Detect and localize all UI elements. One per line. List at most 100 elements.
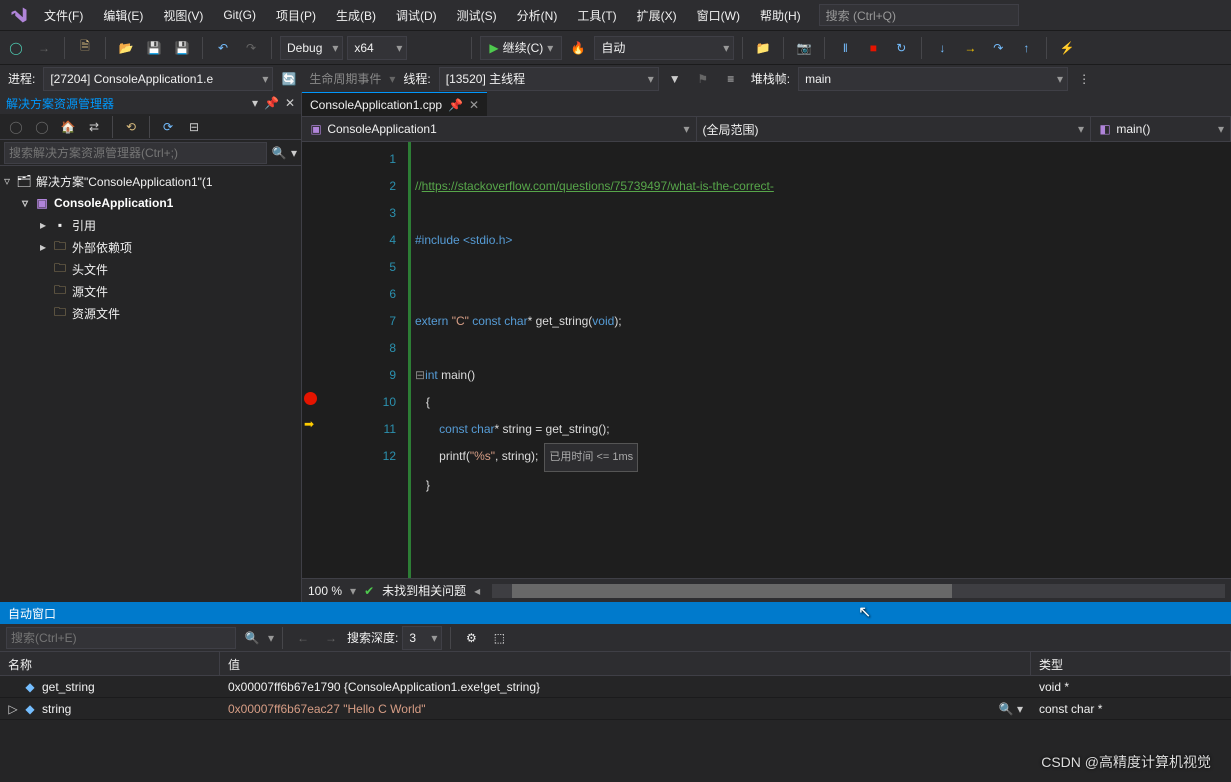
restart-icon[interactable]: ↻	[889, 36, 913, 60]
menu-help[interactable]: 帮助(H)	[750, 3, 811, 28]
glyph-margin[interactable]: ➡	[302, 142, 320, 578]
autos-row[interactable]: ▷◆string 0x00007ff6b67eac27 "Hello C Wor…	[0, 698, 1231, 720]
new-project-icon[interactable]: 🗎	[73, 36, 97, 60]
code-content[interactable]: //https://stackoverflow.com/questions/75…	[408, 142, 1231, 578]
solution-icon: 🗂	[16, 173, 32, 189]
col-name[interactable]: 名称	[0, 652, 220, 675]
close-icon[interactable]: ✕	[285, 96, 295, 110]
tab-file[interactable]: ConsoleApplication1.cpp 📌 ✕	[302, 92, 487, 116]
next-statement-icon[interactable]: →	[958, 36, 982, 60]
menubar: 文件(F) 编辑(E) 视图(V) Git(G) 项目(P) 生成(B) 调试(…	[0, 0, 1231, 30]
autos-title[interactable]: 自动窗口	[0, 602, 1231, 624]
startup-combo[interactable]: 自动	[594, 36, 734, 60]
menu-extensions[interactable]: 扩展(X)	[627, 3, 687, 28]
hex-icon[interactable]: ⬚	[487, 626, 511, 650]
search-icon[interactable]: 🔍	[240, 626, 264, 650]
platform-combo[interactable]: x64	[347, 36, 407, 60]
tree-sources[interactable]: 🗀 源文件	[2, 280, 299, 302]
fwd-icon[interactable]: ◯	[30, 115, 54, 139]
tree-external-deps[interactable]: ▸🗀 外部依赖项	[2, 236, 299, 258]
threads-icon[interactable]: ≡	[719, 67, 743, 91]
hot-reload-icon[interactable]: 🔥	[566, 36, 590, 60]
menu-git[interactable]: Git(G)	[213, 4, 266, 26]
global-search[interactable]: 搜索 (Ctrl+Q)	[819, 4, 1019, 26]
panel-header: 解决方案资源管理器 ▾ 📌 ✕	[0, 92, 301, 114]
tree-project[interactable]: ▿▣ ConsoleApplication1	[2, 192, 299, 214]
continue-button[interactable]: ▶ 继续(C) ▾	[480, 36, 562, 60]
nav-forward-icon[interactable]: →	[32, 36, 56, 60]
filter-icon[interactable]: ▼	[663, 67, 687, 91]
stop-icon[interactable]: ■	[861, 36, 885, 60]
menu-analyze[interactable]: 分析(N)	[507, 3, 568, 28]
process-label: 进程:	[4, 70, 39, 87]
viewer-icon[interactable]: 🔍 ▾	[999, 702, 1023, 716]
code-editor[interactable]: ➡ 123 456 789 101112 //https://stackover…	[302, 142, 1231, 578]
breakpoint-icon[interactable]	[304, 392, 317, 405]
nav-bar: ▣ ConsoleApplication1 (全局范围) ◧ main()	[302, 116, 1231, 142]
dropdown-icon[interactable]: ▾	[252, 96, 258, 110]
process-combo[interactable]: [27204] ConsoleApplication1.e	[43, 67, 273, 91]
pin-icon[interactable]: 📌	[448, 98, 463, 112]
filter-icon[interactable]: ⚙	[459, 626, 483, 650]
diag-icon[interactable]: ⚡	[1055, 36, 1079, 60]
save-icon[interactable]: 💾	[142, 36, 166, 60]
stackframe-combo[interactable]: main	[798, 67, 1068, 91]
snapshot-icon[interactable]: 📷	[792, 36, 816, 60]
collapse-icon[interactable]: ⊟	[182, 115, 206, 139]
col-type[interactable]: 类型	[1031, 652, 1231, 675]
nav-back-icon[interactable]: ◯	[4, 36, 28, 60]
tab-label: ConsoleApplication1.cpp	[310, 98, 442, 112]
menu-view[interactable]: 视图(V)	[153, 3, 213, 28]
switch-view-icon[interactable]: ⟲	[119, 115, 143, 139]
menu-test[interactable]: 测试(S)	[447, 3, 507, 28]
depth-combo[interactable]: 3	[402, 626, 442, 650]
tree-resources[interactable]: 🗀 资源文件	[2, 302, 299, 324]
perf-tip[interactable]: 已用时间 <= 1ms	[544, 443, 638, 472]
menu-file[interactable]: 文件(F)	[34, 3, 93, 28]
autos-row[interactable]: ◆get_string 0x00007ff6b67e1790 {ConsoleA…	[0, 676, 1231, 698]
menu-project[interactable]: 项目(P)	[266, 3, 326, 28]
folder-icon[interactable]: 📁	[751, 36, 775, 60]
autos-search-input[interactable]	[6, 627, 236, 649]
undo-icon[interactable]: ↶	[211, 36, 235, 60]
menu-window[interactable]: 窗口(W)	[687, 3, 750, 28]
sync-icon[interactable]: ⇄	[82, 115, 106, 139]
pause-icon[interactable]: ‖	[833, 36, 857, 60]
nav-fwd-icon[interactable]: →	[319, 626, 343, 650]
sidebar-search-input[interactable]	[4, 142, 267, 164]
open-icon[interactable]: 📂	[114, 36, 138, 60]
step-into-icon[interactable]: ↓	[930, 36, 954, 60]
thread-combo[interactable]: [13520] 主线程	[439, 67, 659, 91]
save-all-icon[interactable]: 💾	[170, 36, 194, 60]
menu-tools[interactable]: 工具(T)	[567, 3, 626, 28]
menu-debug[interactable]: 调试(D)	[386, 3, 447, 28]
tree-solution[interactable]: ▿🗂 解决方案"ConsoleApplication1"(1	[2, 170, 299, 192]
more-icon[interactable]: ⋮	[1072, 67, 1096, 91]
back-icon[interactable]: ◯	[4, 115, 28, 139]
sidebar-toolbar: ◯ ◯ 🏠 ⇄ ⟲ ⟳ ⊟	[0, 114, 301, 140]
menu-edit[interactable]: 编辑(E)	[93, 3, 153, 28]
config-combo[interactable]: Debug	[280, 36, 343, 60]
col-value[interactable]: 值	[220, 652, 1031, 675]
h-scrollbar[interactable]	[492, 584, 1225, 598]
var-icon: ◆	[22, 701, 38, 717]
step-over-icon[interactable]: ↷	[986, 36, 1010, 60]
nav-scope-combo[interactable]: (全局范围)	[697, 117, 1092, 141]
current-line-arrow-icon: ➡	[304, 417, 314, 431]
nav-func-combo[interactable]: ◧ main()	[1091, 117, 1231, 141]
home-icon[interactable]: 🏠	[56, 115, 80, 139]
tree-headers[interactable]: 🗀 头文件	[2, 258, 299, 280]
redo-icon[interactable]: ↷	[239, 36, 263, 60]
nav-back-icon[interactable]: ←	[291, 626, 315, 650]
tree-references[interactable]: ▸▪ 引用	[2, 214, 299, 236]
step-out-icon[interactable]: ↑	[1014, 36, 1038, 60]
lifecycle-icon[interactable]: 🔄	[277, 67, 301, 91]
zoom-level[interactable]: 100 %	[308, 584, 342, 598]
tab-close-icon[interactable]: ✕	[469, 98, 479, 112]
pin-icon[interactable]: 📌	[264, 96, 279, 110]
nav-project-combo[interactable]: ▣ ConsoleApplication1	[302, 117, 697, 141]
flag-icon[interactable]: ⚑	[691, 67, 715, 91]
menu-build[interactable]: 生成(B)	[326, 3, 386, 28]
refresh-icon[interactable]: ⟳	[156, 115, 180, 139]
search-icon[interactable]: 🔍	[267, 141, 291, 165]
